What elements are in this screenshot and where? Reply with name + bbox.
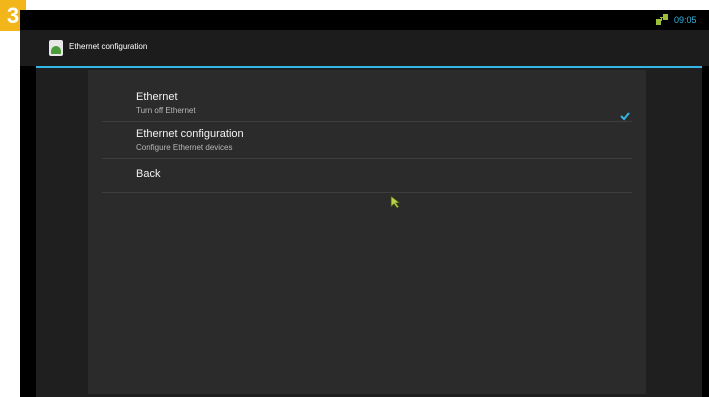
page-title: Ethernet configuration [69,42,148,51]
list-divider [102,158,632,159]
list-item-ethernet-configuration[interactable]: Ethernet configuration Configure Etherne… [102,124,632,154]
checkmark-icon[interactable] [620,111,630,121]
list-item-title: Ethernet [136,91,178,103]
list-divider [102,121,632,122]
settings-app-icon[interactable] [49,40,63,56]
settings-list-panel: Ethernet Turn off Ethernet Ethernet conf… [88,70,646,394]
status-clock: 09:05 [674,15,697,25]
list-item-subtitle: Configure Ethernet devices [136,143,233,152]
list-item-back[interactable]: Back [102,164,632,184]
back-label: Back [136,168,161,180]
list-item-title: Ethernet configuration [136,128,244,140]
list-item-ethernet[interactable]: Ethernet Turn off Ethernet [102,87,632,121]
android-tv-screen: 09:05 Ethernet configuration Ethernet Tu… [20,10,709,397]
list-divider [102,192,632,193]
content-area: Ethernet Turn off Ethernet Ethernet conf… [36,68,702,397]
list-item-subtitle: Turn off Ethernet [136,106,196,115]
status-bar: 09:05 [20,10,709,30]
mouse-cursor-icon [390,195,402,209]
ethernet-connected-icon [656,14,668,25]
